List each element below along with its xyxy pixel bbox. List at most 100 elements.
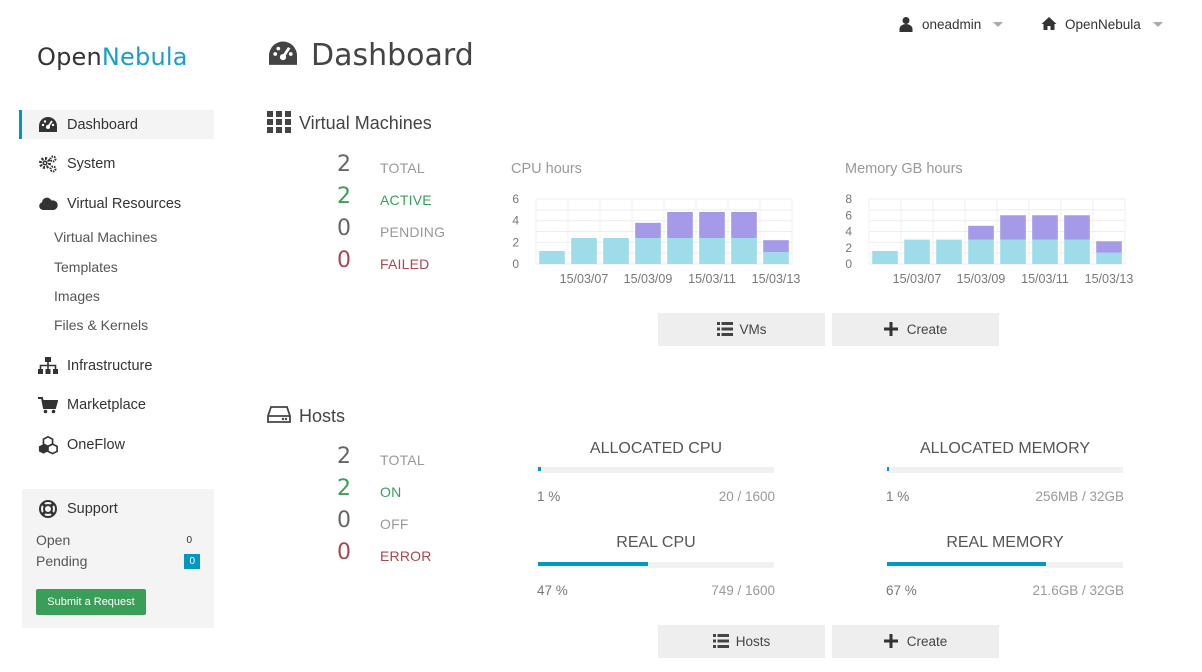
sidebar-subitem-images[interactable]: Images [54, 288, 100, 304]
chart-bar[interactable] [1032, 215, 1058, 240]
chart-bar[interactable] [635, 222, 661, 238]
logo[interactable]: OpenNebula [37, 43, 188, 71]
sitemap-icon [38, 356, 58, 376]
real-memory-fill [887, 562, 1046, 566]
vms-list-label: VMs [739, 322, 767, 337]
x-tick-label: 15/03/13 [752, 272, 801, 286]
allocated-cpu-title: ALLOCATED CPU [589, 440, 723, 457]
chart-bar[interactable] [936, 239, 962, 264]
sidebar-item-marketplace[interactable]: Marketplace [19, 390, 214, 419]
chart-bar[interactable] [699, 212, 725, 238]
chart-bar[interactable] [1000, 239, 1026, 264]
x-tick-label: 15/03/09 [624, 272, 673, 286]
sidebar-subitem-virtual-machines[interactable]: Virtual Machines [54, 229, 157, 245]
allocated-memory-value: 256MB / 32GB [1035, 489, 1124, 504]
chart-bar[interactable] [968, 239, 994, 264]
allocated-memory-fill [887, 467, 889, 471]
vms-list-button[interactable]: VMs [658, 313, 825, 346]
chart-bar[interactable] [1064, 215, 1090, 240]
chart-bar[interactable] [635, 238, 661, 264]
x-tick-label: 15/03/11 [688, 272, 736, 286]
hosts-create-label: Create [906, 634, 948, 649]
chart-bar[interactable] [699, 238, 725, 264]
grid-icon [267, 111, 291, 135]
host-on-count: 2 [337, 476, 351, 501]
sidebar-item-label: System [67, 155, 116, 172]
support-title[interactable]: Support [38, 499, 118, 519]
user-menu[interactable]: oneadmin [898, 16, 1004, 32]
chart-bar[interactable] [1096, 252, 1122, 264]
chart-bar[interactable] [731, 212, 757, 238]
plus-icon [883, 321, 900, 338]
vm-active-count: 2 [337, 184, 351, 209]
real-memory-title: REAL MEMORY [946, 534, 1064, 551]
support-pending-count: 0 [184, 553, 200, 569]
chart-bar[interactable] [667, 238, 693, 264]
life-ring-icon [38, 499, 58, 519]
vm-failed-label: FAILED [380, 256, 430, 272]
sidebar-item-system[interactable]: System [19, 149, 214, 178]
y-tick-label: 6 [512, 192, 519, 206]
chart-bar[interactable] [872, 251, 898, 264]
support-title-label: Support [67, 501, 118, 517]
chart-bar[interactable] [731, 238, 757, 264]
chart-bar[interactable] [763, 252, 789, 264]
chevron-down-icon [993, 21, 1004, 27]
support-open-row: Open 0 [36, 532, 200, 548]
y-tick-label: 0 [512, 257, 519, 271]
chart-bar[interactable] [968, 225, 994, 240]
host-on-label: ON [380, 484, 402, 500]
host-error-label: ERROR [380, 548, 432, 564]
cpu-chart-title: CPU hours [511, 161, 582, 177]
real-cpu-value: 749 / 1600 [711, 583, 775, 598]
support-pending-label: Pending [36, 553, 88, 569]
allocated-memory-bar [887, 467, 1123, 473]
chart-bar[interactable] [1000, 215, 1026, 240]
y-tick-label: 0 [845, 257, 852, 271]
dashboard-icon [267, 40, 299, 72]
support-open-count: 0 [186, 534, 192, 546]
plus-icon [883, 633, 900, 650]
chart-bar[interactable] [1064, 239, 1090, 264]
sidebar-item-infrastructure[interactable]: Infrastructure [19, 351, 214, 380]
real-cpu-percent: 47 % [537, 583, 568, 598]
vms-section-title: Virtual Machines [267, 111, 432, 135]
sidebar-subitem-files-kernels[interactable]: Files & Kernels [54, 317, 148, 333]
host-total-count: 2 [337, 444, 351, 469]
host-off-count: 0 [337, 508, 351, 533]
chart-bar[interactable] [1096, 241, 1122, 253]
chart-bar[interactable] [667, 212, 693, 238]
chart-bar[interactable] [763, 240, 789, 253]
cart-icon [38, 395, 58, 415]
cloud-icon [38, 194, 58, 214]
chart-bar[interactable] [539, 251, 565, 264]
sidebar-item-dashboard[interactable]: Dashboard [19, 110, 214, 139]
real-cpu-fill [538, 562, 648, 566]
chart-bar[interactable] [603, 238, 629, 264]
chart-bar[interactable] [571, 238, 597, 264]
chart-bar[interactable] [904, 239, 930, 264]
support-panel: Support Open 0 Pending 0 Submit a Reques… [22, 489, 214, 628]
chart-bar[interactable] [1032, 239, 1058, 264]
chevron-down-icon [1152, 21, 1163, 27]
sidebar-item-oneflow[interactable]: OneFlow [19, 430, 214, 459]
support-open-label: Open [36, 532, 71, 548]
hosts-list-button[interactable]: Hosts [658, 625, 825, 658]
sidebar-item-virtual-resources[interactable]: Virtual Resources [19, 189, 214, 218]
vms-create-button[interactable]: Create [832, 313, 999, 346]
y-tick-label: 2 [845, 241, 852, 255]
sidebar-subitem-templates[interactable]: Templates [54, 259, 118, 275]
list-icon [716, 321, 733, 338]
hosts-list-label: Hosts [735, 634, 771, 649]
x-tick-label: 15/03/09 [957, 272, 1006, 286]
x-tick-label: 15/03/07 [893, 272, 942, 286]
real-cpu-bar [538, 562, 774, 568]
hosts-create-button[interactable]: Create [832, 625, 999, 658]
zone-menu[interactable]: OpenNebula [1041, 16, 1163, 32]
y-tick-label: 6 [845, 208, 852, 222]
allocated-memory-title: ALLOCATED MEMORY [919, 440, 1091, 457]
submit-request-button[interactable]: Submit a Request [36, 589, 146, 615]
real-memory-value: 21.6GB / 32GB [1032, 583, 1124, 598]
vm-active-label: ACTIVE [380, 192, 432, 208]
page-title: Dashboard [267, 38, 474, 73]
